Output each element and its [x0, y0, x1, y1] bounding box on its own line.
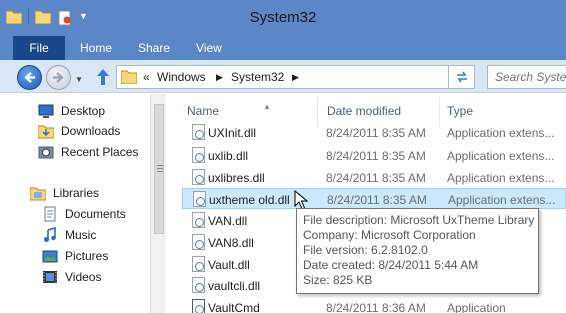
file-row[interactable]: VaultCmd 8/24/2011 8:36 AM Application — [182, 297, 566, 313]
title-bar: ▼ System32 — [0, 0, 566, 34]
dll-file-icon — [193, 191, 206, 207]
scrollbar-thumb[interactable] — [154, 104, 164, 234]
breadcrumb-windows[interactable]: Windows — [157, 70, 206, 84]
dll-file-icon — [192, 256, 205, 272]
back-button[interactable] — [17, 65, 42, 90]
navigation-pane-scrollbar[interactable] — [150, 94, 166, 313]
ribbon-tabs: File Home Share View — [0, 34, 566, 60]
up-arrow-icon[interactable] — [95, 68, 111, 86]
column-header-date[interactable]: Date modified — [327, 104, 401, 118]
downloads-icon — [37, 123, 55, 139]
forward-button[interactable] — [46, 65, 71, 90]
tooltip-description: File description: Microsoft UxTheme Libr… — [303, 213, 535, 227]
file-row-selected[interactable]: uxtheme old.dll 8/24/2011 8:35 AM Applic… — [182, 188, 566, 209]
dll-file-icon — [192, 277, 205, 293]
nav-item-downloads[interactable]: Downloads — [37, 122, 120, 140]
navigation-pane: Desktop Downloads Recent Places Librarie… — [0, 94, 150, 313]
search-box[interactable] — [487, 65, 566, 89]
breadcrumb-chevron-icon[interactable]: ▶ — [216, 72, 223, 83]
dll-file-icon — [192, 212, 205, 228]
refresh-icon — [456, 71, 467, 83]
nav-item-desktop[interactable]: Desktop — [38, 102, 105, 120]
dll-file-icon — [192, 234, 205, 250]
file-row[interactable]: UXInit.dll 8/24/2011 8:35 AM Application… — [182, 122, 566, 143]
nav-item-recent-places[interactable]: Recent Places — [38, 143, 138, 161]
refresh-button[interactable] — [449, 65, 475, 89]
file-info-tooltip: File description: Microsoft UxTheme Libr… — [296, 208, 539, 294]
sort-up-icon: ▲ — [263, 102, 271, 111]
dll-file-icon — [192, 169, 205, 185]
recent-places-icon — [38, 144, 54, 160]
videos-icon — [42, 269, 58, 285]
search-input[interactable] — [488, 66, 566, 88]
tab-share[interactable]: Share — [138, 36, 170, 60]
libraries-icon — [29, 185, 47, 201]
address-bar[interactable]: « Windows ▶ System32 ▶ — [116, 65, 449, 89]
file-row[interactable]: uxlib.dll 8/24/2011 8:35 AM Application … — [182, 145, 566, 166]
tooltip-version: File version: 6.2.8102.0 — [303, 243, 428, 257]
nav-item-videos[interactable]: Videos — [42, 268, 101, 286]
nav-item-pictures[interactable]: Pictures — [42, 247, 108, 265]
nav-item-documents[interactable]: Documents — [42, 205, 126, 223]
nav-item-music[interactable]: Music — [42, 226, 96, 244]
pictures-icon — [42, 248, 58, 264]
dll-file-icon — [192, 124, 205, 140]
nav-item-libraries[interactable]: Libraries — [29, 184, 99, 202]
application-file-icon — [192, 299, 205, 313]
scrollbar-grip — [157, 165, 163, 172]
tooltip-company: Company: Microsoft Corporation — [303, 228, 476, 242]
tab-file[interactable]: File — [13, 36, 65, 60]
folder-icon — [120, 70, 138, 87]
column-header-name[interactable]: ▲ Name — [187, 102, 271, 118]
tooltip-size: Size: 825 KB — [303, 273, 373, 287]
file-row[interactable]: uxlibres.dll 8/24/2011 8:35 AM Applicati… — [182, 167, 566, 188]
desktop-icon — [38, 103, 54, 119]
column-header-type[interactable]: Type — [447, 104, 473, 118]
documents-icon — [42, 206, 58, 222]
music-icon — [42, 226, 58, 243]
breadcrumb-chevron-icon[interactable]: ▶ — [292, 72, 299, 83]
tab-home[interactable]: Home — [80, 36, 112, 60]
breadcrumb-overflow[interactable]: « — [143, 70, 150, 84]
mouse-cursor-icon — [294, 190, 308, 210]
recent-locations-dropdown-icon[interactable]: ▼ — [75, 75, 83, 84]
dll-file-icon — [192, 147, 205, 163]
breadcrumb-system32[interactable]: System32 — [231, 70, 284, 84]
address-toolbar: ▼ « Windows ▶ System32 ▶ — [0, 60, 566, 93]
tooltip-created: Date created: 8/24/2011 5:44 AM — [303, 258, 479, 272]
window-title: System32 — [249, 9, 317, 26]
tab-view[interactable]: View — [196, 36, 222, 60]
